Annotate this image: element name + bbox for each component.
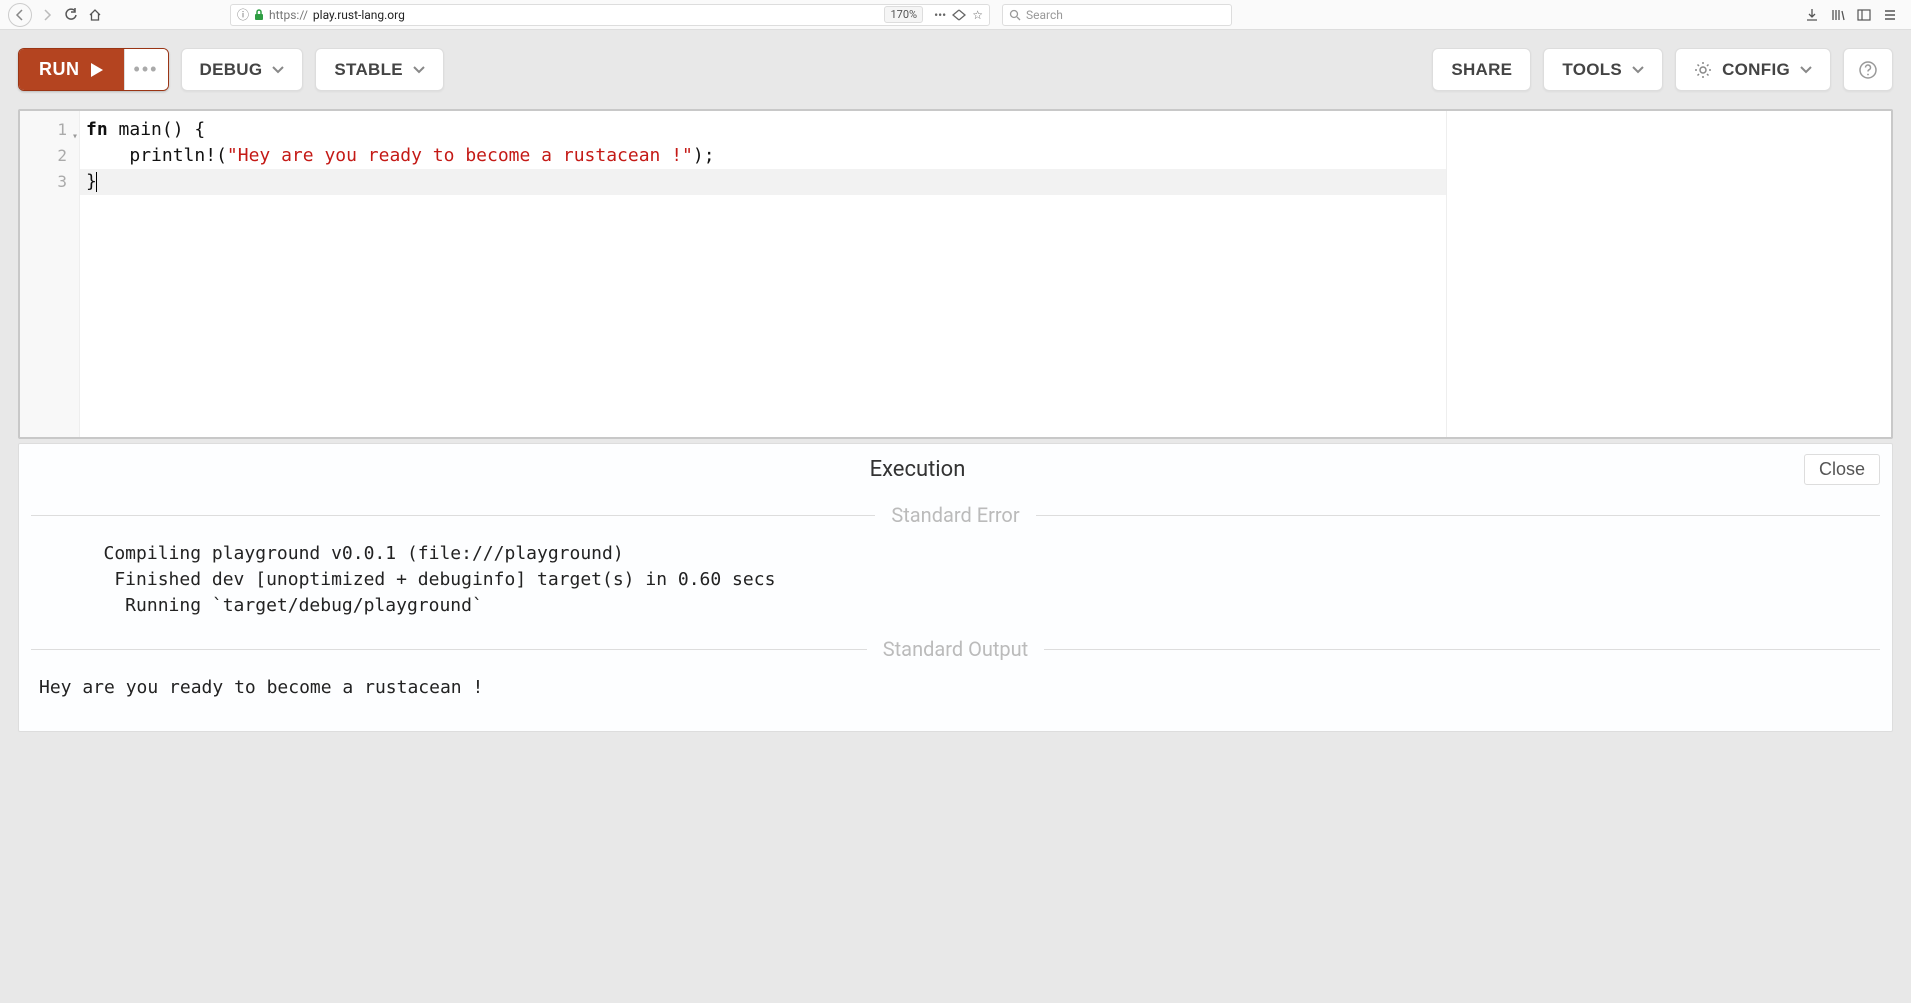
- forward-button[interactable]: [38, 6, 56, 24]
- more-icon[interactable]: •••: [934, 8, 946, 22]
- line-number: 2: [20, 143, 79, 169]
- bookmark-star-icon[interactable]: ☆: [972, 8, 983, 22]
- url-host: play.rust-lang.org: [313, 8, 405, 22]
- share-button[interactable]: SHARE: [1432, 48, 1531, 91]
- tools-dropdown[interactable]: TOOLS: [1543, 48, 1663, 91]
- url-prefix: https://: [269, 8, 308, 22]
- chevron-down-icon: [272, 66, 284, 74]
- home-button[interactable]: [86, 6, 104, 24]
- run-button[interactable]: RUN: [19, 49, 124, 90]
- text-cursor: [96, 172, 97, 192]
- debug-dropdown[interactable]: DEBUG: [181, 48, 304, 91]
- search-placeholder: Search: [1026, 8, 1063, 22]
- channel-dropdown[interactable]: STABLE: [315, 48, 444, 91]
- info-icon: ⓘ: [237, 6, 249, 23]
- line-number: 1▾: [20, 117, 79, 143]
- reader-icon[interactable]: [952, 9, 966, 21]
- close-output-button[interactable]: Close: [1804, 454, 1880, 485]
- chevron-down-icon: [413, 66, 425, 74]
- code-line: fn main() {: [80, 117, 1446, 143]
- menu-icon[interactable]: [1883, 8, 1897, 22]
- help-icon: [1858, 60, 1878, 80]
- run-button-group: RUN •••: [18, 48, 169, 91]
- browser-chrome: ⓘ https://play.rust-lang.org 170% ••• ☆ …: [0, 0, 1911, 30]
- stderr-content: Compiling playground v0.0.1 (file:///pla…: [31, 541, 1880, 619]
- run-more-button[interactable]: •••: [124, 49, 168, 90]
- code-editor[interactable]: 1▾ 2 3 fn main() { println!("Hey are you…: [18, 109, 1893, 439]
- download-icon[interactable]: [1805, 8, 1819, 22]
- play-icon: [90, 62, 104, 78]
- gear-icon: [1694, 61, 1712, 79]
- debug-label: DEBUG: [200, 60, 263, 80]
- stdout-content: Hey are you ready to become a rustacean …: [31, 675, 1880, 701]
- editor-right-margin: [1446, 111, 1891, 437]
- code-line: println!("Hey are you ready to become a …: [80, 143, 1446, 169]
- run-label: RUN: [39, 59, 80, 80]
- browser-search-input[interactable]: Search: [1002, 4, 1232, 26]
- output-header: Execution Close: [31, 454, 1880, 485]
- output-title: Execution: [31, 457, 1804, 482]
- line-number: 3: [20, 169, 79, 195]
- page-body: RUN ••• DEBUG STABLE SHARE TOOLS: [0, 30, 1911, 750]
- line-gutter: 1▾ 2 3: [20, 111, 80, 437]
- back-button[interactable]: [8, 3, 32, 27]
- lock-icon: [254, 9, 264, 21]
- stdout-heading: Standard Output: [31, 637, 1880, 661]
- share-label: SHARE: [1451, 60, 1512, 80]
- url-bar[interactable]: ⓘ https:// play.rust-lang.org 170% ••• ☆: [230, 4, 990, 26]
- help-button[interactable]: [1843, 48, 1893, 91]
- playground-toolbar: RUN ••• DEBUG STABLE SHARE TOOLS: [18, 48, 1893, 91]
- sidebar-icon[interactable]: [1857, 8, 1871, 22]
- reload-button[interactable]: [62, 6, 80, 24]
- chevron-down-icon: [1800, 66, 1812, 74]
- stderr-heading: Standard Error: [31, 503, 1880, 527]
- output-panel: Execution Close Standard Error Compiling…: [18, 443, 1893, 732]
- library-icon[interactable]: [1831, 8, 1845, 22]
- code-area[interactable]: fn main() { println!("Hey are you ready …: [80, 111, 1446, 437]
- stable-label: STABLE: [334, 60, 403, 80]
- chevron-down-icon: [1632, 66, 1644, 74]
- config-dropdown[interactable]: CONFIG: [1675, 48, 1831, 91]
- config-label: CONFIG: [1722, 60, 1790, 80]
- code-line: }: [80, 169, 1446, 195]
- search-icon: [1009, 9, 1021, 21]
- zoom-badge[interactable]: 170%: [884, 6, 923, 23]
- tools-label: TOOLS: [1562, 60, 1622, 80]
